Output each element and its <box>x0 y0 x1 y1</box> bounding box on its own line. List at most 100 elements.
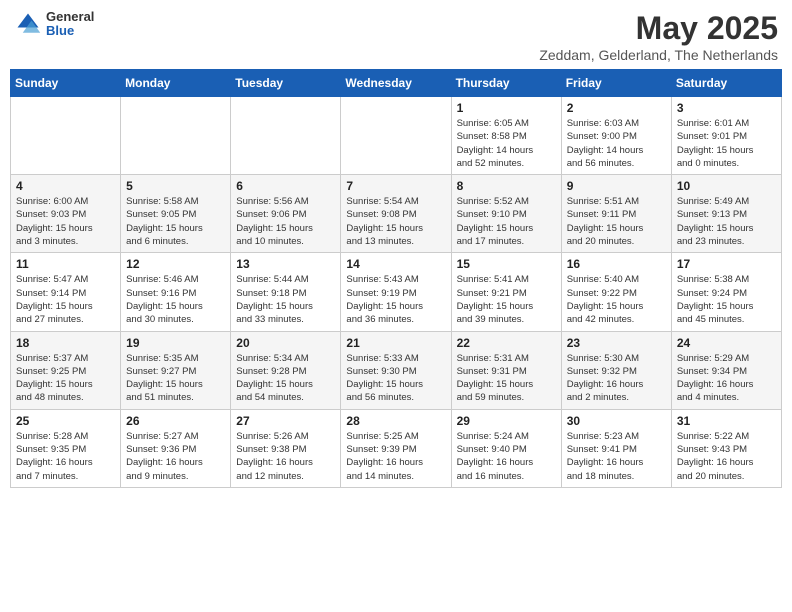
calendar-week-1: 1Sunrise: 6:05 AM Sunset: 8:58 PM Daylig… <box>11 97 782 175</box>
calendar-cell: 12Sunrise: 5:46 AM Sunset: 9:16 PM Dayli… <box>121 253 231 331</box>
weekday-header-row: SundayMondayTuesdayWednesdayThursdayFrid… <box>11 70 782 97</box>
day-info: Sunrise: 5:40 AM Sunset: 9:22 PM Dayligh… <box>567 273 666 326</box>
day-number: 4 <box>16 179 115 193</box>
day-number: 3 <box>677 101 776 115</box>
calendar-cell: 11 Sunrise: 5:47 AM Sunset: 9:14 PM Dayli… <box>11 253 121 331</box>
logo-general-text: General <box>46 10 94 24</box>
calendar-cell: 8 Sunrise: 5:52 AM Sunset: 9:10 PM Daylig… <box>451 175 561 253</box>
day-info: Sunrise: 5:44 AM Sunset: 9:18 PM Dayligh… <box>236 273 335 326</box>
day-number: 10 <box>677 179 776 193</box>
day-number: 22 <box>457 336 556 350</box>
calendar-cell: 2Sunrise: 6:03 AM Sunset: 9:00 PM Daylig… <box>561 97 671 175</box>
weekday-header-monday: Monday <box>121 70 231 97</box>
calendar-cell: 21 Sunrise: 5:33 AM Sunset: 9:30 PM Dayli… <box>341 331 451 409</box>
day-number: 31 <box>677 414 776 428</box>
day-info: Sunrise: 5:52 AM Sunset: 9:10 PM Dayligh… <box>457 195 556 248</box>
day-info: Sunrise: 5:26 AM Sunset: 9:38 PM Dayligh… <box>236 430 335 483</box>
day-info: Sunrise: 5:49 AM Sunset: 9:13 PM Dayligh… <box>677 195 776 248</box>
calendar-cell: 19 Sunrise: 5:35 AM Sunset: 9:27 PM Dayli… <box>121 331 231 409</box>
weekday-header-saturday: Saturday <box>671 70 781 97</box>
calendar-cell: 13 Sunrise: 5:44 AM Sunset: 9:18 PM Dayli… <box>231 253 341 331</box>
calendar-cell: 16 Sunrise: 5:40 AM Sunset: 9:22 PM Dayli… <box>561 253 671 331</box>
calendar-cell: 14Sunrise: 5:43 AM Sunset: 9:19 PM Dayli… <box>341 253 451 331</box>
weekday-header-wednesday: Wednesday <box>341 70 451 97</box>
day-number: 9 <box>567 179 666 193</box>
calendar-cell: 4 Sunrise: 6:00 AM Sunset: 9:03 PM Daylig… <box>11 175 121 253</box>
calendar-cell: 28Sunrise: 5:25 AM Sunset: 9:39 PM Dayli… <box>341 409 451 487</box>
day-info: Sunrise: 6:05 AM Sunset: 8:58 PM Dayligh… <box>457 117 556 170</box>
day-info: Sunrise: 5:24 AM Sunset: 9:40 PM Dayligh… <box>457 430 556 483</box>
title-block: May 2025 Zeddam, Gelderland, The Netherl… <box>539 10 778 63</box>
day-number: 26 <box>126 414 225 428</box>
day-info: Sunrise: 5:29 AM Sunset: 9:34 PM Dayligh… <box>677 352 776 405</box>
day-info: Sunrise: 5:23 AM Sunset: 9:41 PM Dayligh… <box>567 430 666 483</box>
calendar-cell <box>231 97 341 175</box>
day-info: Sunrise: 5:51 AM Sunset: 9:11 PM Dayligh… <box>567 195 666 248</box>
day-number: 7 <box>346 179 445 193</box>
day-info: Sunrise: 6:00 AM Sunset: 9:03 PM Dayligh… <box>16 195 115 248</box>
day-info: Sunrise: 6:03 AM Sunset: 9:00 PM Dayligh… <box>567 117 666 170</box>
calendar-cell: 7 Sunrise: 5:54 AM Sunset: 9:08 PM Daylig… <box>341 175 451 253</box>
day-info: Sunrise: 5:25 AM Sunset: 9:39 PM Dayligh… <box>346 430 445 483</box>
weekday-header-tuesday: Tuesday <box>231 70 341 97</box>
calendar-cell: 22 Sunrise: 5:31 AM Sunset: 9:31 PM Dayli… <box>451 331 561 409</box>
calendar-cell: 29Sunrise: 5:24 AM Sunset: 9:40 PM Dayli… <box>451 409 561 487</box>
day-info: Sunrise: 5:33 AM Sunset: 9:30 PM Dayligh… <box>346 352 445 405</box>
day-number: 13 <box>236 257 335 271</box>
day-info: Sunrise: 5:47 AM Sunset: 9:14 PM Dayligh… <box>16 273 115 326</box>
calendar-cell: 25Sunrise: 5:28 AM Sunset: 9:35 PM Dayli… <box>11 409 121 487</box>
calendar-week-4: 18 Sunrise: 5:37 AM Sunset: 9:25 PM Dayli… <box>11 331 782 409</box>
day-number: 8 <box>457 179 556 193</box>
day-number: 19 <box>126 336 225 350</box>
location-subtitle: Zeddam, Gelderland, The Netherlands <box>539 47 778 63</box>
calendar-cell <box>121 97 231 175</box>
weekday-header-thursday: Thursday <box>451 70 561 97</box>
day-info: Sunrise: 5:38 AM Sunset: 9:24 PM Dayligh… <box>677 273 776 326</box>
calendar-cell: 15 Sunrise: 5:41 AM Sunset: 9:21 PM Dayli… <box>451 253 561 331</box>
calendar-cell: 30 Sunrise: 5:23 AM Sunset: 9:41 PM Dayli… <box>561 409 671 487</box>
day-number: 30 <box>567 414 666 428</box>
calendar-cell: 18 Sunrise: 5:37 AM Sunset: 9:25 PM Dayli… <box>11 331 121 409</box>
day-info: Sunrise: 5:37 AM Sunset: 9:25 PM Dayligh… <box>16 352 115 405</box>
calendar-cell: 3Sunrise: 6:01 AM Sunset: 9:01 PM Daylig… <box>671 97 781 175</box>
day-info: Sunrise: 5:30 AM Sunset: 9:32 PM Dayligh… <box>567 352 666 405</box>
day-number: 16 <box>567 257 666 271</box>
day-info: Sunrise: 5:41 AM Sunset: 9:21 PM Dayligh… <box>457 273 556 326</box>
weekday-header-friday: Friday <box>561 70 671 97</box>
calendar-cell: 9 Sunrise: 5:51 AM Sunset: 9:11 PM Daylig… <box>561 175 671 253</box>
logo-text: General Blue <box>46 10 94 39</box>
day-number: 27 <box>236 414 335 428</box>
month-title: May 2025 <box>539 10 778 47</box>
day-number: 14 <box>346 257 445 271</box>
day-info: Sunrise: 5:27 AM Sunset: 9:36 PM Dayligh… <box>126 430 225 483</box>
day-number: 11 <box>16 257 115 271</box>
calendar-cell: 24 Sunrise: 5:29 AM Sunset: 9:34 PM Dayli… <box>671 331 781 409</box>
logo: General Blue <box>14 10 94 39</box>
page-header: General Blue May 2025 Zeddam, Gelderland… <box>10 10 782 63</box>
calendar-cell <box>341 97 451 175</box>
calendar-cell: 31Sunrise: 5:22 AM Sunset: 9:43 PM Dayli… <box>671 409 781 487</box>
calendar-week-5: 25Sunrise: 5:28 AM Sunset: 9:35 PM Dayli… <box>11 409 782 487</box>
calendar-cell: 1Sunrise: 6:05 AM Sunset: 8:58 PM Daylig… <box>451 97 561 175</box>
logo-blue-text: Blue <box>46 24 94 38</box>
day-info: Sunrise: 5:34 AM Sunset: 9:28 PM Dayligh… <box>236 352 335 405</box>
day-info: Sunrise: 5:28 AM Sunset: 9:35 PM Dayligh… <box>16 430 115 483</box>
day-info: Sunrise: 5:35 AM Sunset: 9:27 PM Dayligh… <box>126 352 225 405</box>
day-info: Sunrise: 5:31 AM Sunset: 9:31 PM Dayligh… <box>457 352 556 405</box>
calendar-cell: 17 Sunrise: 5:38 AM Sunset: 9:24 PM Dayli… <box>671 253 781 331</box>
day-info: Sunrise: 5:54 AM Sunset: 9:08 PM Dayligh… <box>346 195 445 248</box>
calendar-cell: 27 Sunrise: 5:26 AM Sunset: 9:38 PM Dayli… <box>231 409 341 487</box>
day-number: 15 <box>457 257 556 271</box>
day-number: 23 <box>567 336 666 350</box>
day-number: 6 <box>236 179 335 193</box>
day-info: Sunrise: 5:56 AM Sunset: 9:06 PM Dayligh… <box>236 195 335 248</box>
logo-icon <box>14 10 42 38</box>
calendar-week-2: 4 Sunrise: 6:00 AM Sunset: 9:03 PM Daylig… <box>11 175 782 253</box>
day-number: 24 <box>677 336 776 350</box>
weekday-header-sunday: Sunday <box>11 70 121 97</box>
calendar-cell: 26 Sunrise: 5:27 AM Sunset: 9:36 PM Dayli… <box>121 409 231 487</box>
day-number: 21 <box>346 336 445 350</box>
day-number: 18 <box>16 336 115 350</box>
day-number: 17 <box>677 257 776 271</box>
calendar-week-3: 11 Sunrise: 5:47 AM Sunset: 9:14 PM Dayli… <box>11 253 782 331</box>
